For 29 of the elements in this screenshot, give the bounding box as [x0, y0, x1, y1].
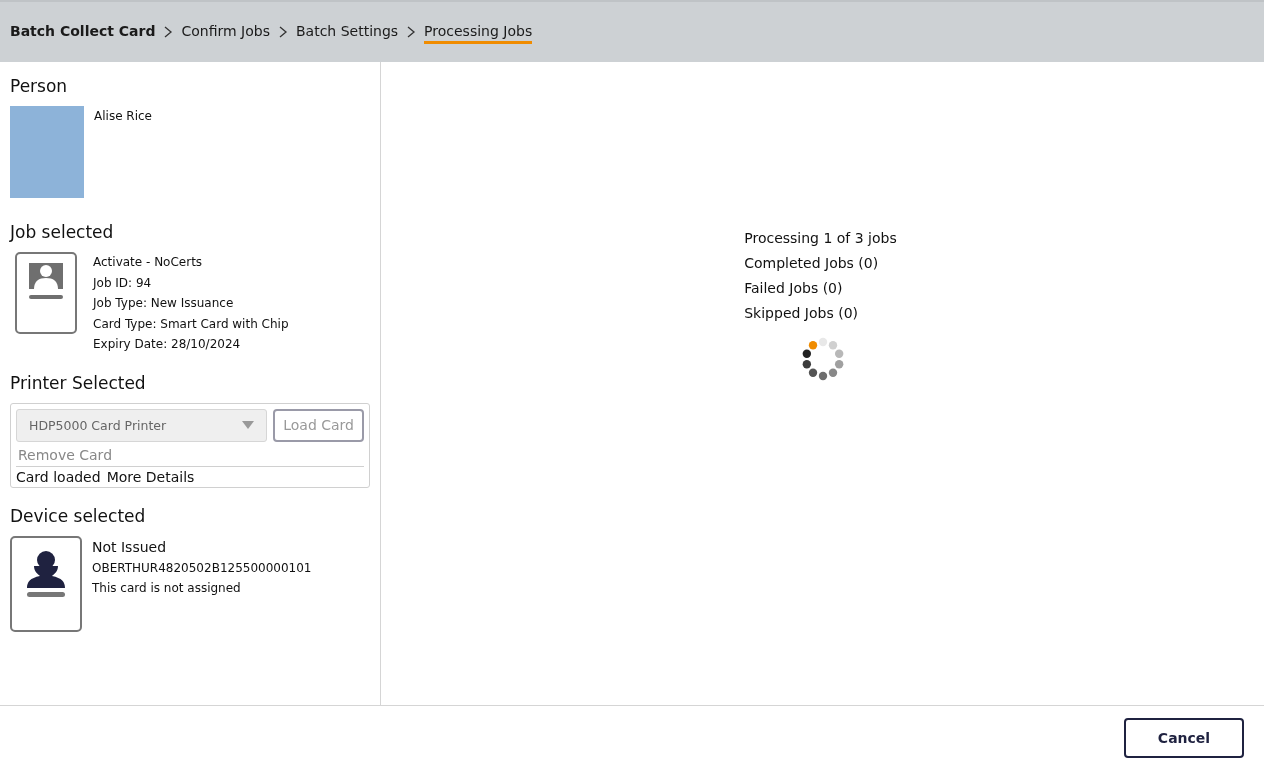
person-name: Alise Rice — [94, 108, 152, 125]
card-status: Card loaded — [16, 468, 101, 485]
job-detail: Job ID: 94 — [93, 274, 153, 292]
device-serial: OBERTHUR4820502B125500000101 — [92, 559, 312, 577]
chevron-right-icon — [163, 26, 174, 38]
breadcrumb-item[interactable]: Batch Settings — [295, 23, 399, 44]
chevron-right-icon — [406, 26, 417, 38]
section-heading: Job selected — [10, 222, 115, 242]
progress-text: Processing 1 of 3 jobs — [744, 229, 897, 248]
section-heading: Printer Selected — [10, 372, 147, 393]
caret-icon — [242, 421, 255, 429]
job-detail: Expiry Date: 28/10/2024 — [93, 336, 242, 353]
section-heading: Person — [10, 76, 69, 96]
cancel-button[interactable]: Cancel — [1124, 717, 1244, 758]
breadcrumb-item[interactable]: Batch Collect Card — [10, 23, 156, 44]
progress-text: Failed Jobs (0) — [744, 279, 844, 298]
job-detail: Job Type: New Issuance — [93, 295, 235, 312]
chevron-right-icon — [277, 26, 288, 38]
section-heading: Device selected — [10, 505, 147, 526]
breadcrumb-item[interactable]: Confirm Jobs — [181, 23, 270, 44]
person-card-icon — [10, 535, 82, 632]
device-note: This card is not assigned — [92, 580, 242, 597]
breadcrumb-item[interactable]: Processing Jobs — [424, 23, 533, 44]
progress-text: Skipped Jobs (0) — [744, 304, 859, 323]
progress-text: Completed Jobs (0) — [744, 254, 880, 273]
job-detail: Activate - NoCerts — [93, 254, 204, 271]
id-card-icon — [15, 252, 77, 334]
device-status: Not Issued — [92, 537, 168, 557]
job-detail: Card Type: Smart Card with Chip — [93, 315, 289, 333]
